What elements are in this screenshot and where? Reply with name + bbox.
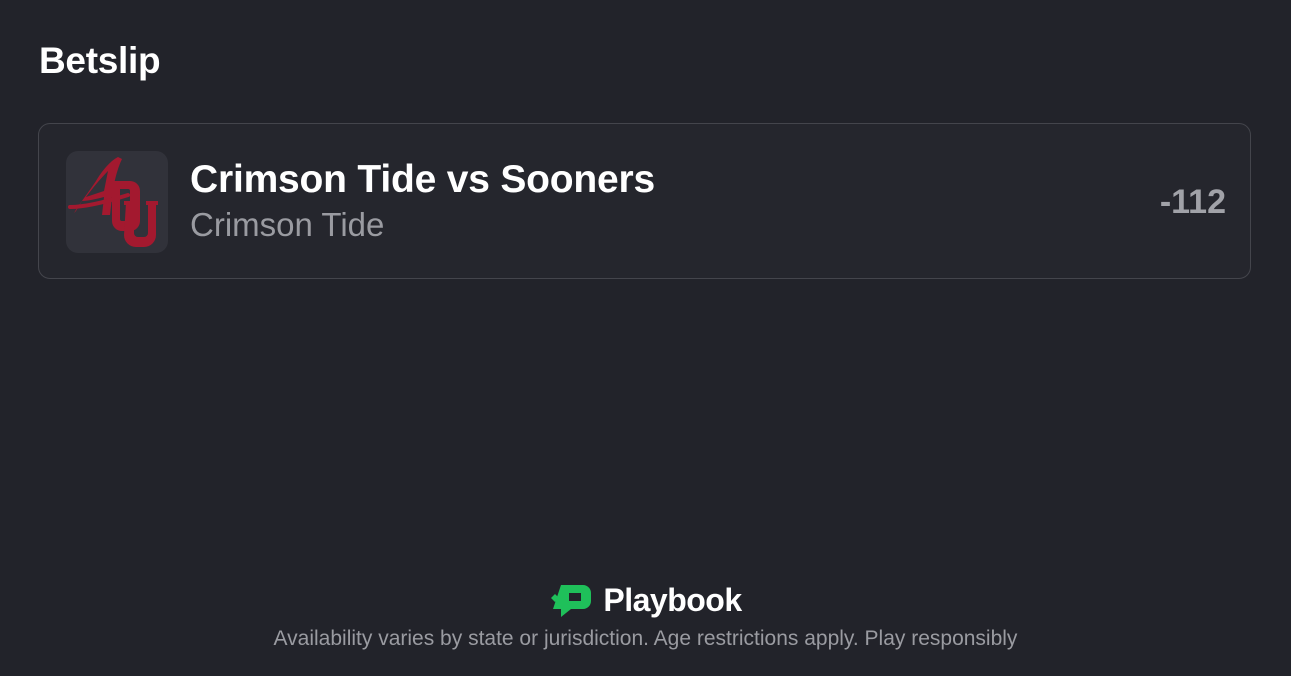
team-logos-icon xyxy=(66,151,168,253)
bet-event-name: Crimson Tide vs Sooners xyxy=(190,158,655,201)
bet-odds: -112 xyxy=(1159,183,1226,221)
brand-logo: Playbook xyxy=(549,580,742,620)
playbook-logo-icon xyxy=(551,585,592,617)
disclaimer-text: Availability varies by state or jurisdic… xyxy=(273,627,1018,650)
bet-card[interactable]: Crimson Tide vs Sooners Crimson Tide -11… xyxy=(38,123,1251,279)
footer: Playbook Availability varies by state or… xyxy=(0,580,1291,654)
page-title: Betslip xyxy=(39,40,161,81)
brand-name: Playbook xyxy=(603,581,742,618)
bet-selection: Crimson Tide xyxy=(190,206,385,243)
